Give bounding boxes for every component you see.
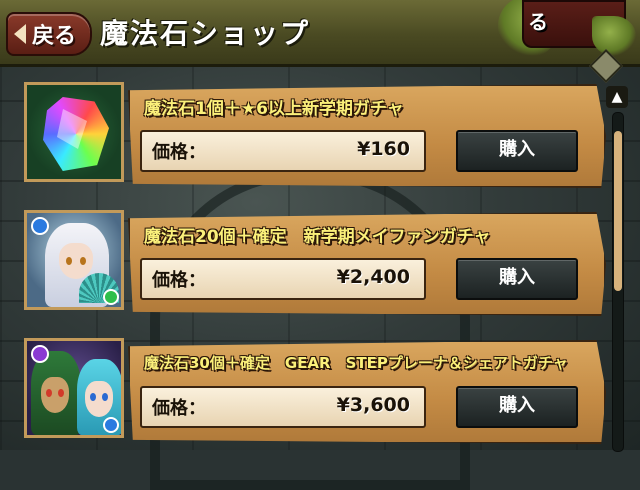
price-value: ¥2,400 — [336, 266, 410, 288]
back-arrow-icon — [14, 24, 26, 44]
item-thumbnail — [24, 210, 124, 310]
price-label: 価格： — [152, 270, 206, 291]
character-face — [59, 243, 93, 279]
price-label: 価格： — [152, 398, 206, 419]
buy-button[interactable]: 購入 — [456, 258, 578, 300]
water-attribute-icon — [103, 417, 119, 433]
eye-icon — [90, 393, 96, 401]
eye-icon — [66, 257, 72, 265]
price-label: 価格： — [152, 142, 206, 163]
item-title: 魔法石1個＋★6以上新学期ガチャ — [144, 99, 404, 119]
back-button[interactable]: 戻る — [6, 12, 92, 56]
buy-button[interactable]: 購入 — [456, 130, 578, 172]
item-thumbnail — [24, 338, 124, 438]
dark-attribute-icon — [31, 345, 49, 363]
eye-icon — [46, 389, 52, 397]
page-title: 魔法石ショップ — [100, 17, 311, 50]
wood-attribute-icon — [103, 289, 119, 305]
eye-icon — [58, 389, 64, 397]
shop-item-row: 魔法石1個＋★6以上新学期ガチャ 価格： ¥160 購入 — [24, 82, 606, 188]
scrollbar[interactable]: ▲ — [604, 86, 632, 452]
price-box: 価格： ¥2,400 — [140, 258, 426, 300]
water-attribute-icon — [31, 217, 49, 235]
buy-button[interactable]: 購入 — [456, 386, 578, 428]
shop-item-row: 魔法石30個＋確定 GEAR STEPプレーナ＆シェアトガチャ 価格： ¥3,6… — [24, 338, 606, 444]
price-box: 価格： ¥3,600 — [140, 386, 426, 428]
scroll-thumb[interactable] — [614, 131, 622, 291]
shop-item-row: 魔法石20個＋確定 新学期メイファンガチャ 価格： ¥2,400 購入 — [24, 210, 606, 316]
item-title: 魔法石20個＋確定 新学期メイファンガチャ — [144, 227, 491, 247]
back-button-label: 戻る — [32, 24, 77, 49]
eye-icon — [80, 257, 86, 265]
character-face — [41, 377, 69, 413]
price-box: 価格： ¥160 — [140, 130, 426, 172]
eye-icon — [102, 393, 108, 401]
character-face — [85, 381, 113, 417]
leaf-ornament-icon — [592, 16, 636, 56]
scroll-up-arrow-icon[interactable]: ▲ — [606, 86, 628, 108]
scroll-track[interactable] — [612, 112, 624, 452]
header-bar: 戻る 魔法石ショップ る — [0, 0, 640, 67]
item-title: 魔法石30個＋確定 GEAR STEPプレーナ＆シェアトガチャ — [144, 354, 568, 372]
price-value: ¥160 — [357, 138, 410, 160]
close-button-label: る — [528, 10, 548, 34]
price-value: ¥3,600 — [336, 394, 410, 416]
item-thumbnail — [24, 82, 124, 182]
